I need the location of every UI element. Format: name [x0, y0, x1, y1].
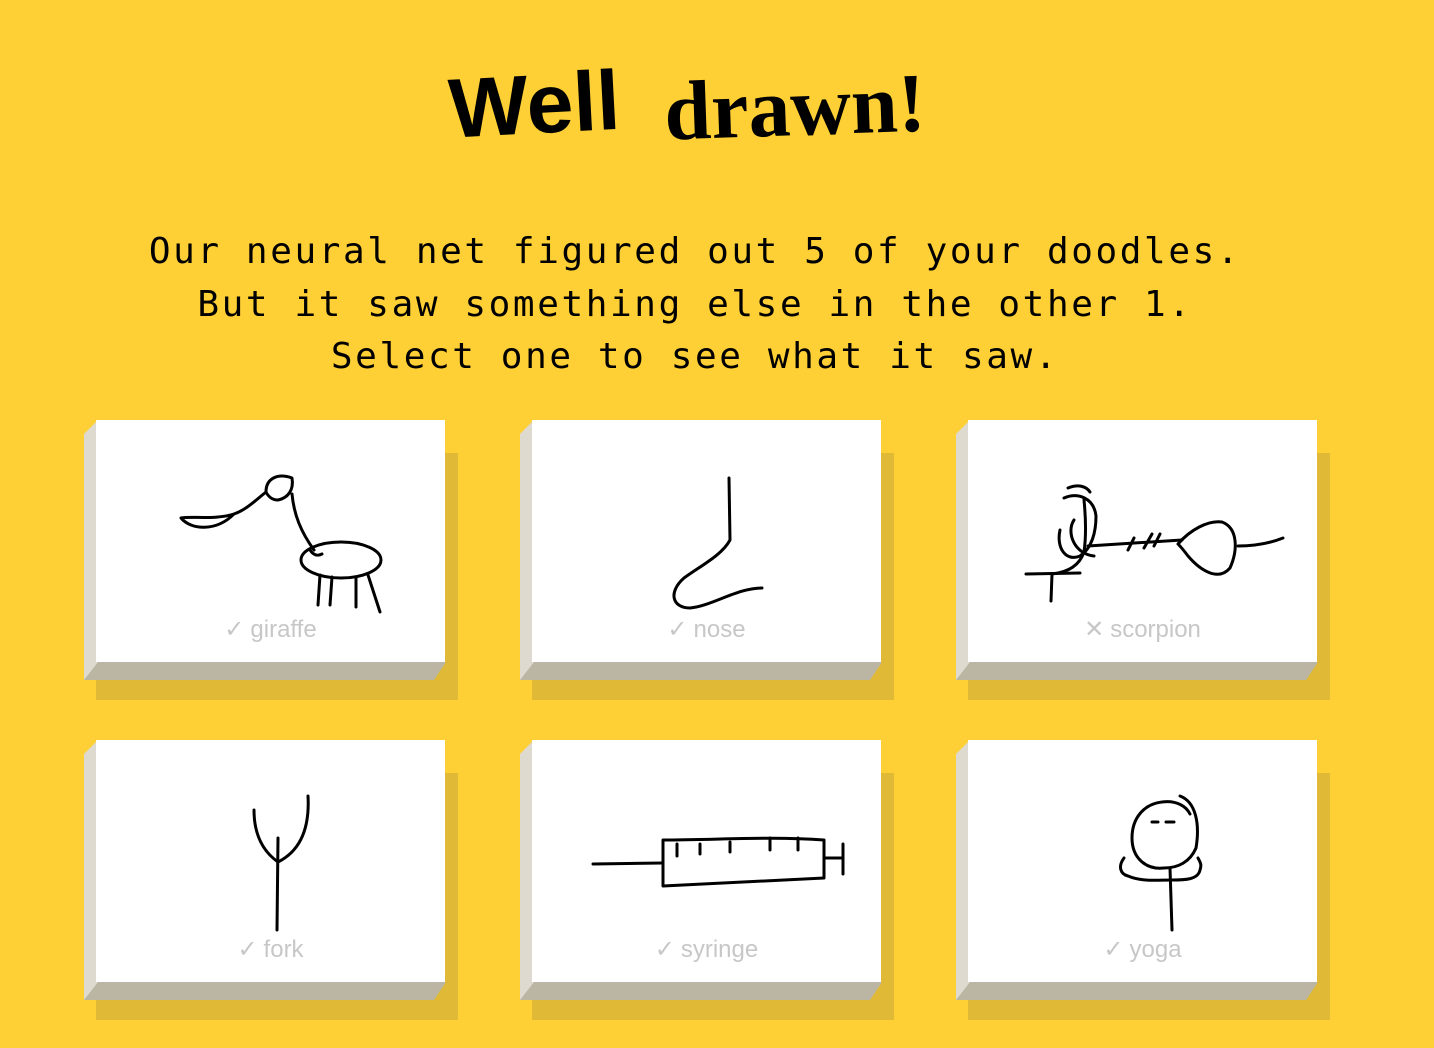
check-icon: ✓ — [237, 936, 258, 963]
result-message-line-3: Select one to see what it saw. — [330, 336, 1060, 377]
card-edge-bottom — [520, 982, 882, 1000]
check-icon: ✓ — [667, 616, 688, 643]
doodle-card-giraffe[interactable]: ✓ giraffe — [84, 420, 458, 700]
card-face[interactable]: ✓ nose — [532, 420, 881, 662]
title-text: Well drawn! — [446, 53, 927, 159]
doodle-label-text: giraffe — [250, 616, 317, 643]
result-message: Our neural net figured out 5 of your doo… — [0, 226, 1390, 384]
doodle-card-nose[interactable]: ✓ nose — [520, 420, 894, 700]
result-message-line-2: But it saw something else in the other 1… — [197, 283, 1193, 325]
doodle-label: ✕ scorpion — [968, 616, 1317, 644]
check-icon: ✓ — [224, 616, 245, 643]
page-title: Well drawn! — [440, 50, 960, 180]
result-message-line-1: Our neural net figured out 5 of your doo… — [148, 231, 1242, 272]
card-edge-bottom — [84, 662, 446, 680]
check-icon: ✓ — [1103, 936, 1124, 963]
check-icon: ✓ — [654, 936, 675, 963]
doodle-label-text: yoga — [1129, 936, 1182, 963]
doodle-card-syringe[interactable]: ✓ syringe — [520, 740, 894, 1020]
card-edge-bottom — [84, 982, 446, 1000]
doodle-label: ✓ nose — [532, 616, 881, 644]
doodle-label-text: syringe — [680, 936, 759, 963]
title-word-well: Well — [446, 53, 622, 156]
doodle-label: ✓ fork — [96, 936, 445, 964]
card-face[interactable]: ✕ scorpion — [968, 420, 1317, 662]
title-word-drawn: drawn! — [663, 57, 927, 159]
doodle-label: ✓ yoga — [968, 936, 1317, 964]
card-face[interactable]: ✓ syringe — [532, 740, 881, 982]
card-edge-bottom — [956, 662, 1318, 680]
doodle-card-scorpion[interactable]: ✕ scorpion — [956, 420, 1330, 700]
doodle-label: ✓ syringe — [532, 936, 881, 964]
doodle-label-text: scorpion — [1110, 616, 1201, 643]
card-face[interactable]: ✓ yoga — [968, 740, 1317, 982]
card-edge-bottom — [956, 982, 1318, 1000]
doodle-card-fork[interactable]: ✓ fork — [84, 740, 458, 1020]
doodle-card-yoga[interactable]: ✓ yoga — [956, 740, 1330, 1020]
doodle-label-text: fork — [263, 936, 304, 963]
card-face[interactable]: ✓ fork — [96, 740, 445, 982]
card-edge-bottom — [520, 662, 882, 680]
cross-icon: ✕ — [1084, 616, 1105, 643]
doodle-label: ✓ giraffe — [96, 616, 445, 644]
doodle-label-text: nose — [693, 616, 746, 643]
card-face[interactable]: ✓ giraffe — [96, 420, 445, 662]
